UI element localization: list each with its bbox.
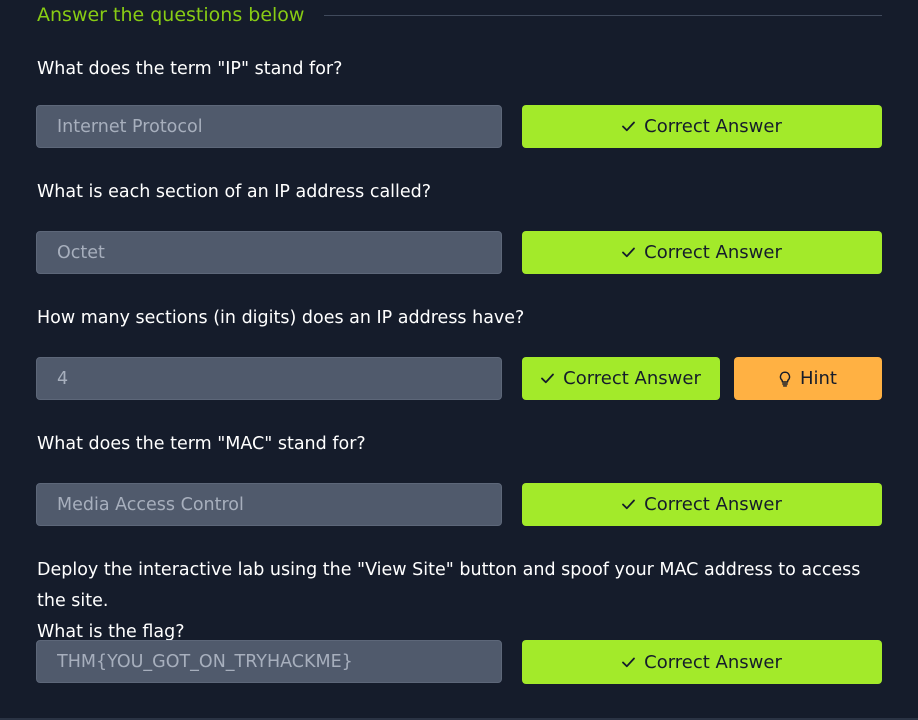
hint-label: Hint	[799, 368, 837, 389]
question-2-correct-answer-button[interactable]: Correct Answer	[522, 231, 882, 274]
correct-answer-label: Correct Answer	[644, 242, 782, 263]
correct-answer-label: Correct Answer	[644, 651, 782, 673]
correct-answer-label: Correct Answer	[644, 494, 782, 515]
question-4-answer-field[interactable]	[36, 483, 502, 526]
check-icon	[622, 121, 636, 132]
question-4-text: What does the term "MAC" stand for?	[37, 434, 366, 454]
question-5-answer-field[interactable]	[36, 640, 502, 683]
question-5-instruction: Deploy the interactive lab using the "Vi…	[37, 560, 861, 611]
question-1-correct-answer-button[interactable]: Correct Answer	[522, 105, 882, 148]
check-icon	[622, 657, 636, 668]
question-2-text: What is each section of an IP address ca…	[37, 182, 432, 202]
question-1-answer-field[interactable]	[36, 105, 502, 148]
question-2-answer-field[interactable]	[36, 231, 502, 274]
section-title: Answer the questions below	[37, 4, 305, 26]
lightbulb-icon	[779, 371, 791, 387]
question-5-text: Deploy the interactive lab using the "Vi…	[37, 555, 882, 648]
question-3-correct-answer-button[interactable]: Correct Answer	[522, 357, 720, 400]
correct-answer-label: Correct Answer	[644, 116, 782, 137]
question-3-hint-button[interactable]: Hint	[734, 357, 882, 400]
check-icon	[622, 499, 636, 510]
question-4-correct-answer-button[interactable]: Correct Answer	[522, 483, 882, 526]
question-3-answer-field[interactable]	[36, 357, 502, 400]
question-5-correct-answer-button[interactable]: Correct Answer	[522, 640, 882, 684]
section-divider	[324, 14, 882, 16]
question-1-text: What does the term "IP" stand for?	[37, 59, 343, 79]
question-3-text: How many sections (in digits) does an IP…	[37, 308, 525, 328]
section-header: Answer the questions below	[37, 3, 882, 27]
check-icon	[622, 247, 636, 258]
check-icon	[541, 373, 555, 384]
correct-answer-label: Correct Answer	[563, 368, 701, 389]
